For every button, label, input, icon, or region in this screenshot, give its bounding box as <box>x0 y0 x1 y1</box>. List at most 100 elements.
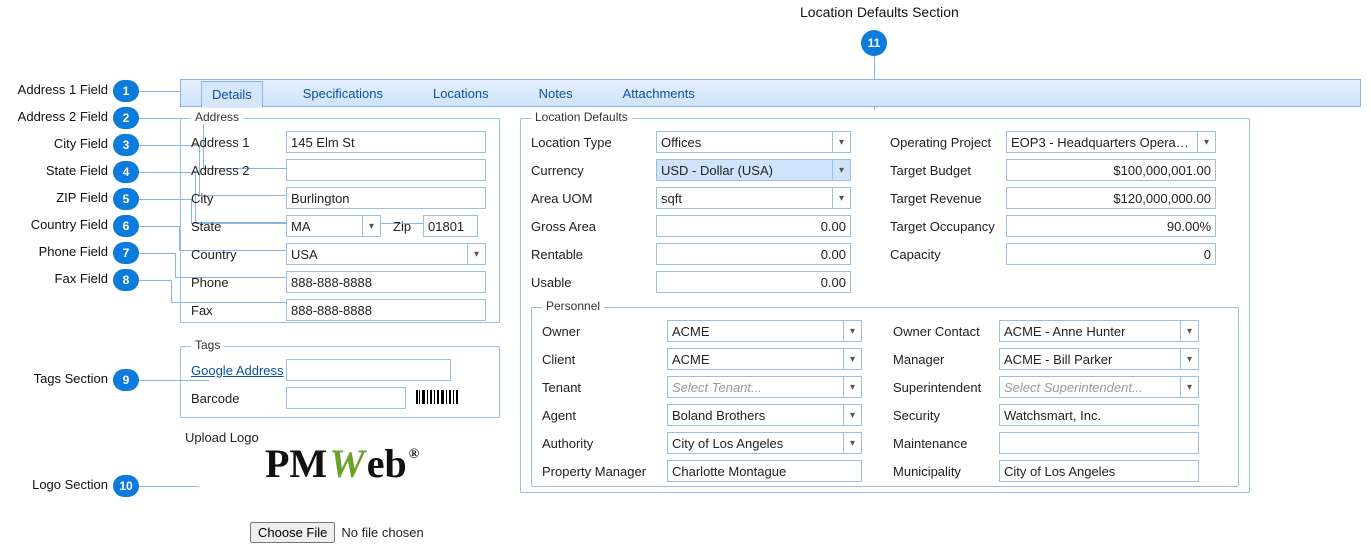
marker-3: 3 <box>113 134 139 156</box>
tab-details[interactable]: Details <box>201 81 263 108</box>
callout-location-defaults: Location Defaults Section <box>800 4 959 20</box>
super-combo[interactable]: Select Superintendent... ▾ <box>999 376 1199 398</box>
tenant-combo[interactable]: Select Tenant... ▾ <box>667 376 862 398</box>
capacity-input[interactable] <box>1006 243 1216 265</box>
target-occupancy-input[interactable] <box>1006 215 1216 237</box>
security-input[interactable] <box>999 404 1199 426</box>
tab-attachments[interactable]: Attachments <box>613 81 705 106</box>
chevron-down-icon[interactable]: ▾ <box>1180 349 1198 369</box>
chevron-down-icon[interactable]: ▾ <box>843 405 861 425</box>
logo-part-c: eb <box>367 440 407 487</box>
file-chooser: Choose File No file chosen <box>250 522 424 543</box>
callout-logo: Logo Section <box>0 477 108 492</box>
google-address-link[interactable]: Google Address <box>191 363 286 378</box>
google-address-input[interactable] <box>286 359 451 381</box>
rentable-input[interactable] <box>656 243 851 265</box>
callout-state: State Field <box>0 163 108 178</box>
target-revenue-input[interactable] <box>1006 187 1216 209</box>
location-type-value: Offices <box>661 135 701 150</box>
choose-file-button[interactable]: Choose File <box>250 522 335 543</box>
country-label: Country <box>191 247 286 262</box>
chevron-down-icon[interactable]: ▾ <box>843 433 861 453</box>
target-budget-input[interactable] <box>1006 159 1216 181</box>
tab-notes[interactable]: Notes <box>529 81 583 106</box>
pm-label: Property Manager <box>542 464 667 479</box>
chevron-down-icon[interactable]: ▾ <box>467 244 485 264</box>
no-file-label: No file chosen <box>341 525 423 540</box>
tab-strip: Details Specifications Locations Notes A… <box>180 79 1361 107</box>
pm-input[interactable] <box>667 460 862 482</box>
callout-fax: Fax Field <box>0 271 108 286</box>
chevron-down-icon[interactable]: ▾ <box>832 132 850 152</box>
owner-contact-combo[interactable]: ACME - Anne Hunter ▾ <box>999 320 1199 342</box>
city-input[interactable] <box>286 187 486 209</box>
fax-input[interactable] <box>286 299 486 321</box>
country-value: USA <box>291 247 318 262</box>
operating-project-value: EOP3 - Headquarters Operations <box>1011 135 1191 150</box>
operating-project-label: Operating Project <box>876 135 1006 150</box>
state-combo[interactable]: MA ▾ <box>286 215 381 237</box>
location-type-combo[interactable]: Offices ▾ <box>656 131 851 153</box>
gross-area-input[interactable] <box>656 215 851 237</box>
location-defaults-legend: Location Defaults <box>531 110 632 124</box>
tags-group: Tags Google Address Barcode <box>180 346 500 418</box>
phone-input[interactable] <box>286 271 486 293</box>
chevron-down-icon[interactable]: ▾ <box>832 160 850 180</box>
target-occupancy-label: Target Occupancy <box>876 219 1006 234</box>
manager-combo[interactable]: ACME - Bill Parker ▾ <box>999 348 1199 370</box>
chevron-down-icon[interactable]: ▾ <box>832 188 850 208</box>
marker-8: 8 <box>113 269 139 291</box>
conn-10 <box>139 486 199 487</box>
address1-input[interactable] <box>286 131 486 153</box>
target-revenue-label: Target Revenue <box>876 191 1006 206</box>
maintenance-input[interactable] <box>999 432 1199 454</box>
callout-country: Country Field <box>0 217 108 232</box>
zip-label: Zip <box>393 219 423 234</box>
logo-image: PM W eb ® <box>265 440 417 487</box>
area-uom-combo[interactable]: sqft ▾ <box>656 187 851 209</box>
callout-address2: Address 2 Field <box>0 109 108 124</box>
tab-locations[interactable]: Locations <box>423 81 499 106</box>
agent-value: Boland Brothers <box>672 408 765 423</box>
chevron-down-icon[interactable]: ▾ <box>1197 132 1215 152</box>
tenant-label: Tenant <box>542 380 667 395</box>
chevron-down-icon[interactable]: ▾ <box>843 349 861 369</box>
marker-6: 6 <box>113 215 139 237</box>
country-combo[interactable]: USA ▾ <box>286 243 486 265</box>
currency-combo[interactable]: USD - Dollar (USA) ▾ <box>656 159 851 181</box>
owner-label: Owner <box>542 324 667 339</box>
authority-combo[interactable]: City of Los Angeles ▾ <box>667 432 862 454</box>
municipality-input[interactable] <box>999 460 1199 482</box>
marker-4: 4 <box>113 161 139 183</box>
city-label: City <box>191 191 286 206</box>
address-group: Address Address 1 Address 2 City State M… <box>180 118 500 323</box>
tab-specifications[interactable]: Specifications <box>293 81 393 106</box>
owner-contact-label: Owner Contact <box>879 324 999 339</box>
chevron-down-icon[interactable]: ▾ <box>1180 321 1198 341</box>
usable-input[interactable] <box>656 271 851 293</box>
callout-phone: Phone Field <box>0 244 108 259</box>
logo-part-a: PM <box>265 440 327 487</box>
chevron-down-icon[interactable]: ▾ <box>843 321 861 341</box>
agent-combo[interactable]: Boland Brothers ▾ <box>667 404 862 426</box>
callout-city: City Field <box>0 136 108 151</box>
logo-part-b: W <box>327 440 367 487</box>
operating-project-combo[interactable]: EOP3 - Headquarters Operations ▾ <box>1006 131 1216 153</box>
client-combo[interactable]: ACME ▾ <box>667 348 862 370</box>
client-value: ACME <box>672 352 710 367</box>
zip-input[interactable] <box>423 215 478 237</box>
owner-combo[interactable]: ACME ▾ <box>667 320 862 342</box>
currency-label: Currency <box>531 163 656 178</box>
manager-value: ACME - Bill Parker <box>1004 352 1112 367</box>
address2-input[interactable] <box>286 159 486 181</box>
tenant-placeholder: Select Tenant... <box>672 380 762 395</box>
municipality-label: Municipality <box>879 464 999 479</box>
barcode-input[interactable] <box>286 387 406 409</box>
barcode-icon <box>414 389 460 407</box>
conn-8a <box>139 280 171 281</box>
maintenance-label: Maintenance <box>879 436 999 451</box>
chevron-down-icon[interactable]: ▾ <box>1180 377 1198 397</box>
chevron-down-icon[interactable]: ▾ <box>362 216 380 236</box>
super-label: Superintendent <box>879 380 999 395</box>
chevron-down-icon[interactable]: ▾ <box>843 377 861 397</box>
